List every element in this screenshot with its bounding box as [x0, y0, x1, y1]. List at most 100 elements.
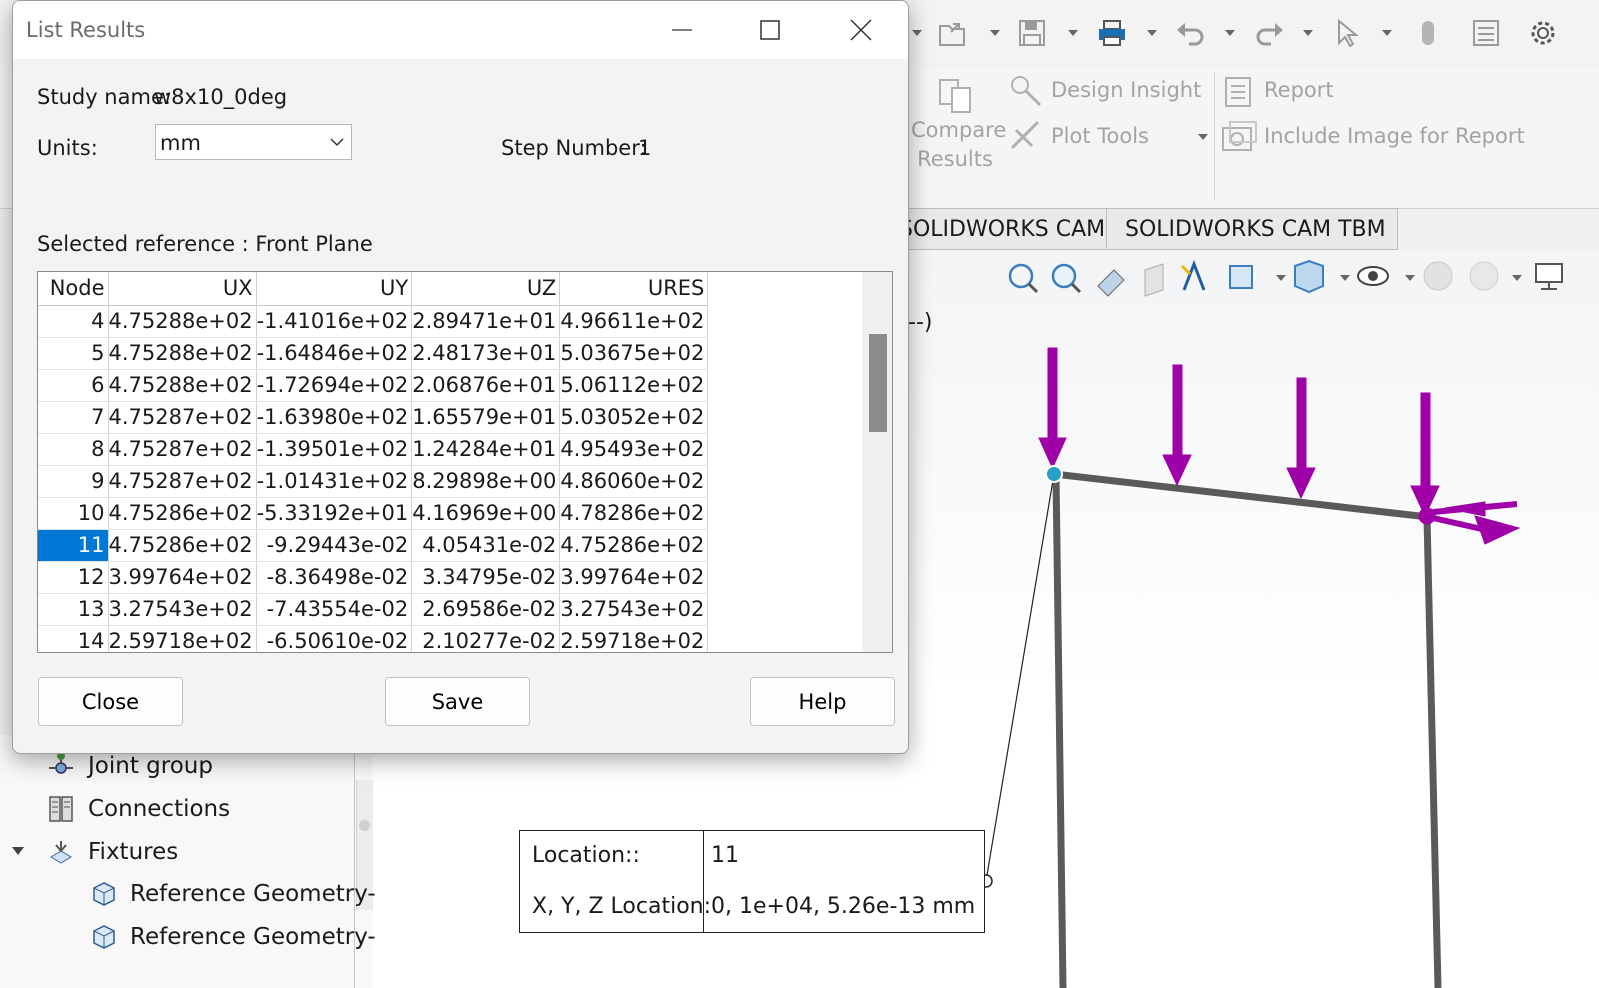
open-file-icon[interactable]	[937, 18, 967, 48]
tab-solidworks-cam[interactable]: SOLIDWORKS CAM	[880, 208, 1107, 250]
save-icon[interactable]	[1017, 18, 1047, 48]
result-cell[interactable]: 4.75286e+02	[108, 497, 257, 530]
result-cell[interactable]: 5.03052e+02	[559, 401, 709, 434]
node-id-cell[interactable]: 11	[38, 529, 109, 562]
node-id-cell[interactable]: 7	[38, 401, 109, 434]
result-cell[interactable]: 4.16969e+00	[411, 497, 561, 530]
results-table[interactable]: Node UX UY UZ URES 4 4.75288e+02 -1.41016e…	[37, 271, 893, 653]
units-dropdown[interactable]: mm	[155, 124, 352, 160]
result-cell[interactable]: 2.59718e+02	[559, 625, 709, 652]
tree-item-reference-geometry-1[interactable]: Reference Geometry-	[90, 880, 376, 908]
result-cell[interactable]: -9.29443e-02	[256, 529, 413, 562]
plot-tools-dropdown-icon[interactable]	[1198, 134, 1208, 140]
table-row[interactable]: 11 4.75286e+02 -9.29443e-02 4.05431e-02 4.75…	[38, 529, 709, 562]
result-cell[interactable]: 4.95493e+02	[559, 433, 709, 466]
dropdown-arrow-icon[interactable]	[912, 30, 922, 36]
result-cell[interactable]: -1.39501e+02	[256, 433, 413, 466]
result-cell[interactable]: 4.75287e+02	[108, 401, 257, 434]
minimize-button[interactable]	[637, 1, 727, 59]
result-cell[interactable]: 5.03675e+02	[559, 337, 709, 370]
result-cell[interactable]: 4.75288e+02	[108, 337, 257, 370]
column-header-ux[interactable]: UX	[108, 272, 257, 306]
node-id-cell[interactable]: 14	[38, 625, 109, 652]
table-row[interactable]: 10 4.75286e+02 -5.33192e+01 4.16969e+00 4.78…	[38, 497, 709, 530]
include-image-for-report-button[interactable]: Include Image for Report	[1264, 124, 1525, 148]
table-row[interactable]: 8 4.75287e+02 -1.39501e+02 1.24284e+01 4.954…	[38, 433, 709, 466]
result-cell[interactable]: -7.43554e-02	[256, 593, 413, 626]
file-properties-icon[interactable]	[1471, 18, 1501, 48]
rebuild-icon[interactable]	[1413, 18, 1443, 48]
maximize-button[interactable]	[725, 1, 815, 59]
result-cell[interactable]: -6.50610e-02	[256, 625, 413, 652]
scrollbar-thumb[interactable]	[869, 334, 887, 432]
result-cell[interactable]: 4.75288e+02	[108, 369, 257, 402]
result-cell[interactable]: -1.01431e+02	[256, 465, 413, 498]
collapse-arrow-icon[interactable]	[12, 847, 24, 855]
result-cell[interactable]: 8.29898e+00	[411, 465, 561, 498]
result-cell[interactable]: 4.75286e+02	[108, 529, 257, 562]
node-id-cell[interactable]: 8	[38, 433, 109, 466]
result-cell[interactable]: 4.78286e+02	[559, 497, 709, 530]
result-cell[interactable]: 3.27543e+02	[559, 593, 709, 626]
result-cell[interactable]: 4.96611e+02	[559, 305, 709, 338]
help-button[interactable]: Help	[750, 677, 895, 726]
gear-icon[interactable]	[1528, 18, 1558, 48]
result-cell[interactable]: 4.86060e+02	[559, 465, 709, 498]
result-cell[interactable]: 3.99764e+02	[559, 561, 709, 594]
dropdown-arrow-icon[interactable]	[1382, 30, 1392, 36]
result-cell[interactable]: 1.24284e+01	[411, 433, 561, 466]
print-icon[interactable]	[1097, 18, 1127, 48]
dropdown-arrow-icon[interactable]	[1303, 30, 1313, 36]
column-header-uy[interactable]: UY	[256, 272, 413, 306]
table-row[interactable]: 9 4.75287e+02 -1.01431e+02 8.29898e+00 4.860…	[38, 465, 709, 498]
undo-icon[interactable]	[1175, 18, 1205, 48]
result-cell[interactable]: -8.36498e-02	[256, 561, 413, 594]
result-cell[interactable]: -1.63980e+02	[256, 401, 413, 434]
tree-item-joint-group[interactable]: Joint group	[46, 751, 213, 781]
result-cell[interactable]: 3.27543e+02	[108, 593, 257, 626]
result-cell[interactable]: -5.33192e+01	[256, 497, 413, 530]
result-cell[interactable]: 4.05431e-02	[411, 529, 561, 562]
dropdown-arrow-icon[interactable]	[1068, 30, 1078, 36]
table-row[interactable]: 4 4.75288e+02 -1.41016e+02 2.89471e+01 4.966…	[38, 305, 709, 338]
dropdown-arrow-icon[interactable]	[990, 30, 1000, 36]
node-id-cell[interactable]: 4	[38, 305, 109, 338]
result-cell[interactable]: -1.64846e+02	[256, 337, 413, 370]
result-cell[interactable]: 4.75288e+02	[108, 305, 257, 338]
node-id-cell[interactable]: 9	[38, 465, 109, 498]
close-button[interactable]: Close	[38, 677, 183, 726]
result-cell[interactable]: 3.34795e-02	[411, 561, 561, 594]
result-cell[interactable]: 2.10277e-02	[411, 625, 561, 652]
tab-solidworks-cam-tbm[interactable]: SOLIDWORKS CAM TBM	[1106, 208, 1398, 250]
node-id-cell[interactable]: 6	[38, 369, 109, 402]
tree-item-reference-geometry-2[interactable]: Reference Geometry-	[90, 923, 376, 951]
result-cell[interactable]: -1.72694e+02	[256, 369, 413, 402]
close-window-button[interactable]	[816, 1, 906, 59]
result-cell[interactable]: 4.75287e+02	[108, 465, 257, 498]
report-button[interactable]: Report	[1264, 78, 1334, 102]
dialog-titlebar[interactable]: List Results	[13, 1, 908, 59]
tree-item-connections[interactable]: Connections	[46, 794, 230, 824]
table-row[interactable]: 13 3.27543e+02 -7.43554e-02 2.69586e-02 3.27…	[38, 593, 709, 626]
result-cell[interactable]: 2.48173e+01	[411, 337, 561, 370]
column-header-node[interactable]: Node	[38, 272, 109, 306]
result-cell[interactable]: 4.75286e+02	[559, 529, 709, 562]
node-id-cell[interactable]: 12	[38, 561, 109, 594]
table-row[interactable]: 14 2.59718e+02 -6.50610e-02 2.10277e-02 2.59…	[38, 625, 709, 652]
result-cell[interactable]: 3.99764e+02	[108, 561, 257, 594]
result-cell[interactable]: 1.65579e+01	[411, 401, 561, 434]
dropdown-arrow-icon[interactable]	[1147, 30, 1157, 36]
table-row[interactable]: 6 4.75288e+02 -1.72694e+02 2.06876e+01 5.061…	[38, 369, 709, 402]
node-id-cell[interactable]: 5	[38, 337, 109, 370]
column-header-ures[interactable]: URES	[559, 272, 709, 306]
plot-tools-button[interactable]: Plot Tools	[1051, 124, 1149, 148]
dropdown-arrow-icon[interactable]	[1225, 30, 1235, 36]
result-cell[interactable]: 2.69586e-02	[411, 593, 561, 626]
table-row[interactable]: 7 4.75287e+02 -1.63980e+02 1.65579e+01 5.030…	[38, 401, 709, 434]
table-row[interactable]: 12 3.99764e+02 -8.36498e-02 3.34795e-02 3.99…	[38, 561, 709, 594]
save-button[interactable]: Save	[385, 677, 530, 726]
result-cell[interactable]: 4.75287e+02	[108, 433, 257, 466]
node-id-cell[interactable]: 10	[38, 497, 109, 530]
redo-icon[interactable]	[1255, 18, 1285, 48]
select-pointer-icon[interactable]	[1333, 18, 1363, 48]
